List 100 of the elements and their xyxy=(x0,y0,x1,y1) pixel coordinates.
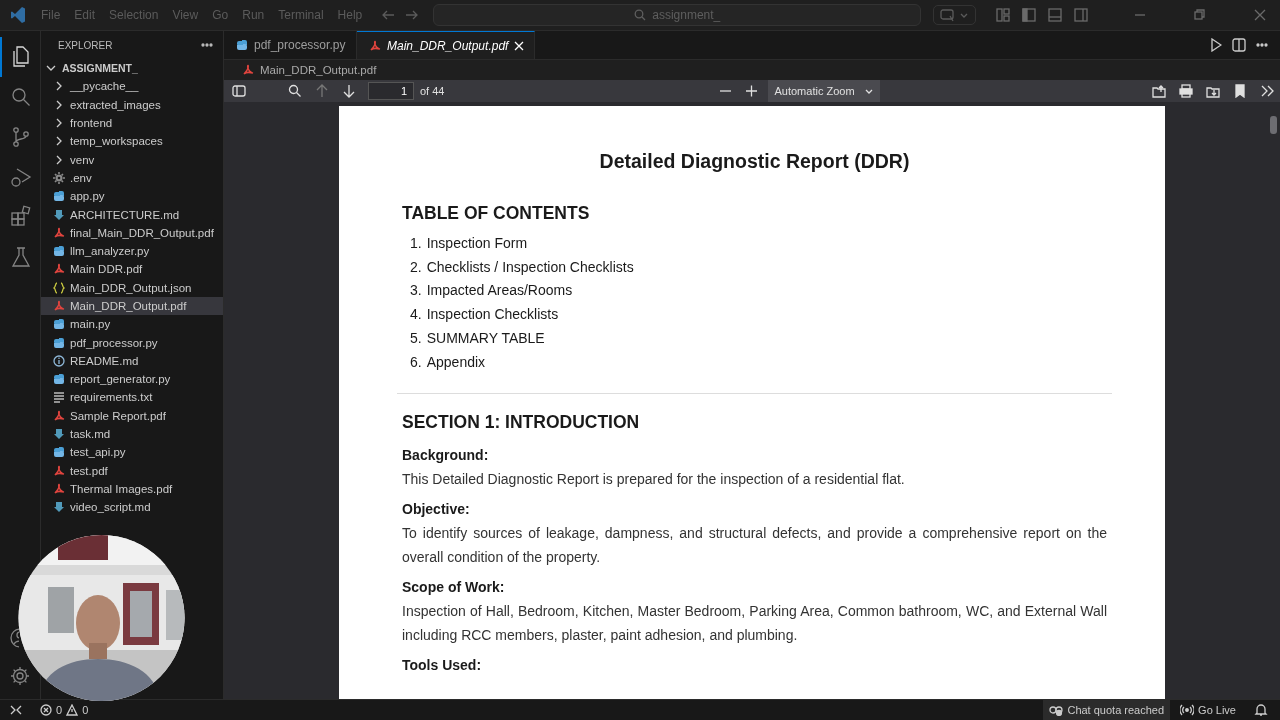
braces-icon xyxy=(53,281,65,294)
explorer-folder[interactable]: venv xyxy=(41,150,223,169)
open-file-icon[interactable] xyxy=(1152,84,1166,98)
flask-icon xyxy=(9,245,33,269)
print-icon[interactable] xyxy=(1179,84,1193,98)
warning-icon xyxy=(66,704,79,716)
chat-status[interactable]: Chat quota reached xyxy=(1043,700,1171,720)
toc-entry: Inspection Checklists xyxy=(426,305,559,325)
toc-entry: SUMMARY TABLE xyxy=(426,328,545,348)
explorer-folder[interactable]: extracted_images xyxy=(41,95,223,114)
explorer-file[interactable]: requirements.txt xyxy=(41,388,223,407)
explorer-file[interactable]: pdf_processor.py xyxy=(41,333,223,352)
explorer-file[interactable]: Main DDR.pdf xyxy=(41,260,223,279)
explorer-file[interactable]: report_generator.py xyxy=(41,370,223,389)
search-icon xyxy=(634,9,647,21)
pdf-icon xyxy=(53,409,65,422)
download-icon[interactable] xyxy=(1206,84,1220,98)
explorer-file[interactable]: app.py xyxy=(41,187,223,206)
remote-icon xyxy=(10,704,22,716)
extensions-icon xyxy=(9,205,33,229)
gear-icon xyxy=(53,171,65,184)
explorer-folder[interactable]: temp_workspaces xyxy=(41,132,223,151)
run-icon[interactable] xyxy=(1210,38,1222,52)
account-icon[interactable] xyxy=(9,627,19,649)
breadcrumb-item[interactable]: Main_DDR_Output.pdf xyxy=(260,64,377,76)
toc-entry: Checklists / Inspection Checklists xyxy=(426,257,634,277)
explorer-file[interactable]: test.pdf xyxy=(41,461,223,480)
sidebar-toggle-icon[interactable] xyxy=(1022,8,1036,22)
list-number: 1. xyxy=(410,234,422,253)
explorer-file[interactable]: Main_DDR_Output.pdf xyxy=(41,296,223,316)
zoom-in-icon[interactable] xyxy=(745,85,759,97)
pdf-icon xyxy=(242,64,254,76)
chat-icon xyxy=(940,8,956,22)
pdf-icon xyxy=(53,226,65,239)
lines-icon xyxy=(53,391,65,404)
folder-root[interactable]: ASSIGNMENT_ xyxy=(41,59,223,78)
explorer-file[interactable]: llm_analyzer.py xyxy=(41,241,223,261)
more-icon[interactable] xyxy=(1256,43,1268,47)
restore-icon[interactable] xyxy=(1194,9,1206,21)
section-heading: SECTION 1: INTRODUCTION xyxy=(402,412,641,434)
bell-icon xyxy=(1254,703,1268,717)
section-heading: TABLE OF CONTENTS xyxy=(402,203,591,224)
pdf-icon xyxy=(53,300,65,312)
explorer-file[interactable]: final_Main_DDR_Output.pdf xyxy=(41,223,223,242)
list-number: 4. xyxy=(410,305,422,325)
paragraph: Inspection of Hall, Bedroom, Kitchen, Master Bedroom, Parking Area, Common bathroom, WC, and External Wall including RCC members, plaster, paint adhesion, and plumbing. xyxy=(402,602,1107,646)
error-icon xyxy=(40,704,52,716)
list-number: 2. xyxy=(410,257,422,277)
explorer-folder[interactable]: __pycache__ xyxy=(41,77,223,96)
bookmark-icon[interactable] xyxy=(1233,84,1247,98)
back-arrow-icon[interactable] xyxy=(381,9,396,21)
explorer-file[interactable]: Main_DDR_Output.json xyxy=(41,278,223,297)
more-icon[interactable] xyxy=(201,43,213,47)
vscode-logo-icon xyxy=(10,6,26,24)
paragraph: This Detailed Diagnostic Report is prepared for the inspection of a residential flat. xyxy=(402,470,906,490)
explorer-file[interactable]: video_script.md xyxy=(41,498,223,517)
split-editor-icon[interactable] xyxy=(1232,38,1246,52)
list-number: 3. xyxy=(410,281,422,301)
page-number-field[interactable]: 1 xyxy=(368,82,414,100)
explorer-file[interactable]: Sample Report.pdf xyxy=(41,406,223,425)
explorer-file[interactable]: main.py xyxy=(41,315,223,334)
explorer-folder[interactable]: frontend xyxy=(41,113,223,133)
pdf-icon xyxy=(53,464,65,477)
folder-name: ASSIGNMENT_ xyxy=(62,62,138,75)
list-number: 6. xyxy=(410,352,422,372)
toc-entry: Inspection Form xyxy=(426,234,528,253)
pdf-icon xyxy=(53,263,65,276)
explorer-file[interactable]: .env xyxy=(41,168,223,188)
field-label: Tools Used: xyxy=(402,657,483,674)
field-label: Objective: xyxy=(402,501,471,518)
explorer-file[interactable]: test_api.py xyxy=(41,443,223,462)
page-count: of 44 xyxy=(420,85,445,97)
explorer-file[interactable]: Thermal Images.pdf xyxy=(41,479,223,499)
explorer-file[interactable]: ARCHITECTURE.md xyxy=(41,205,223,224)
toc-entry: Appendix xyxy=(426,352,486,372)
field-label: Scope of Work: xyxy=(402,579,506,596)
layout-icon[interactable] xyxy=(996,8,1010,22)
pdf-icon xyxy=(369,39,381,52)
gear-icon[interactable] xyxy=(9,665,31,687)
toc-entry: Impacted Areas/Rooms xyxy=(426,281,573,301)
explorer-file[interactable]: README.md xyxy=(41,351,223,371)
down-arrow-icon xyxy=(53,428,65,441)
pdf-icon xyxy=(53,482,65,495)
problems-button[interactable]: 0 0 xyxy=(34,700,95,720)
up-arrow-icon[interactable] xyxy=(315,84,329,98)
go-live-button[interactable]: Go Live xyxy=(1174,700,1242,720)
panel-toggle-icon[interactable] xyxy=(1048,8,1062,22)
double-chevron-icon[interactable] xyxy=(1260,84,1274,98)
down-arrow-icon[interactable] xyxy=(342,84,356,98)
explorer-title: EXPLORER xyxy=(58,39,114,51)
broadcast-icon xyxy=(1180,704,1195,716)
editor-tab[interactable]: Main_DDR_Output.pdf xyxy=(357,31,536,59)
list-number: 5. xyxy=(410,328,422,348)
secondary-sidebar-icon[interactable] xyxy=(1074,8,1088,22)
scrollbar-thumb[interactable] xyxy=(1270,116,1277,134)
search-icon[interactable] xyxy=(288,84,302,98)
forward-arrow-icon[interactable] xyxy=(405,9,420,21)
down-arrow-icon xyxy=(53,208,65,221)
zoom-dropdown[interactable]: Automatic Zoom xyxy=(768,80,881,102)
explorer-file[interactable]: task.md xyxy=(41,424,223,444)
